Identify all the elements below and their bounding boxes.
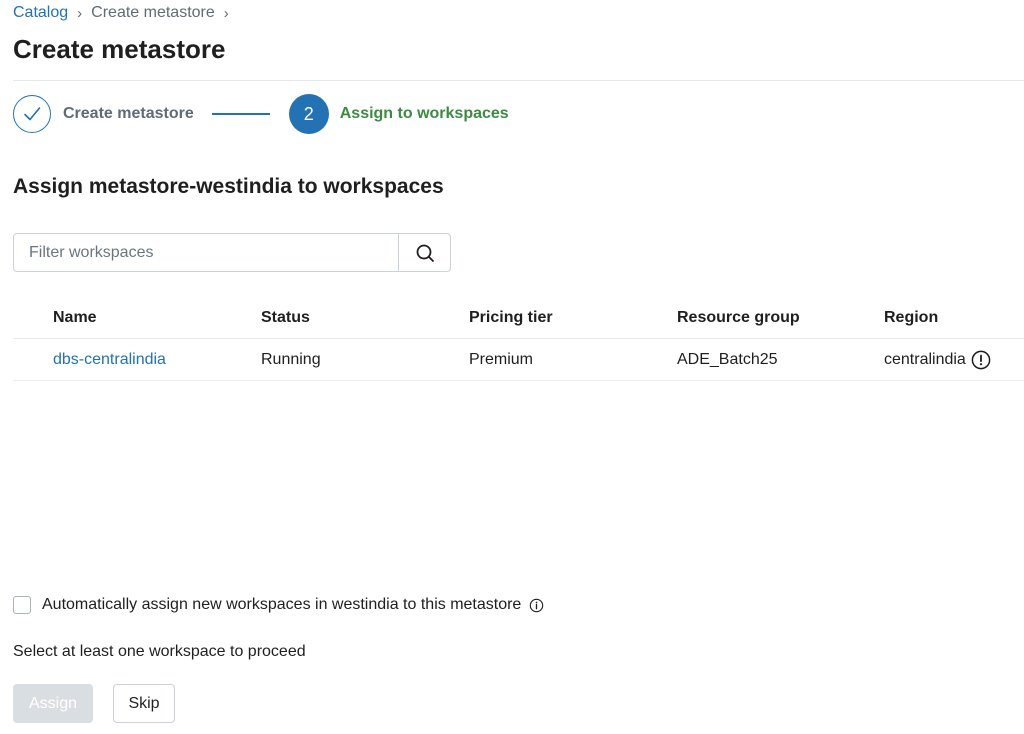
breadcrumb-catalog-link[interactable]: Catalog: [13, 4, 68, 22]
step-connector: [211, 113, 270, 115]
workspace-pricing-tier: Premium: [469, 350, 534, 368]
workspace-name-link[interactable]: dbs-centralindia: [53, 351, 166, 368]
breadcrumb-separator: ›: [223, 4, 229, 22]
auto-assign-label: Automatically assign new workspaces in w…: [42, 596, 522, 613]
column-header-resource-group[interactable]: Resource group: [677, 309, 884, 327]
checkmark-icon: [24, 107, 41, 121]
search-icon: [416, 244, 434, 262]
workspace-resource-group: ADE_Batch25: [677, 350, 778, 368]
selection-hint: Select at least one workspace to proceed: [13, 643, 306, 660]
breadcrumb-separator: ›: [77, 4, 83, 22]
column-header-pricing-tier[interactable]: Pricing tier: [469, 309, 677, 327]
search-button[interactable]: [398, 234, 450, 271]
column-header-name[interactable]: Name: [13, 309, 261, 327]
breadcrumb: Catalog › Create metastore ›: [13, 4, 238, 22]
table-row[interactable]: dbs-centralindia Running Premium ADE_Bat…: [13, 339, 1024, 381]
page-title: Create metastore: [13, 34, 226, 64]
table-header-row: Name Status Pricing tier Resource group …: [13, 297, 1024, 339]
auto-assign-option: Automatically assign new workspaces in w…: [13, 596, 544, 614]
title-divider: [13, 80, 1024, 81]
workspaces-table: Name Status Pricing tier Resource group …: [13, 297, 1024, 381]
step-2-number: 2: [288, 94, 329, 134]
column-header-region[interactable]: Region: [884, 309, 1024, 327]
workspace-status: Running: [261, 350, 321, 368]
skip-button[interactable]: Skip: [113, 684, 175, 723]
breadcrumb-create-metastore: Create metastore: [91, 4, 215, 21]
stepper: Create metastore 2 Assign to workspaces: [13, 94, 509, 134]
section-title: Assign metastore-westindia to workspaces: [13, 175, 444, 198]
filter-workspaces-input[interactable]: [14, 234, 398, 271]
step-1-completed: [13, 95, 51, 133]
warning-circle-icon[interactable]: [971, 350, 991, 370]
filter-workspaces-search: [13, 233, 451, 272]
step-1-label: Create metastore: [63, 105, 194, 122]
workspace-region: centralindia: [884, 350, 966, 368]
info-icon[interactable]: [529, 598, 544, 613]
assign-button[interactable]: Assign: [13, 684, 93, 723]
column-header-status[interactable]: Status: [261, 309, 469, 327]
step-2-label: Assign to workspaces: [339, 105, 509, 122]
auto-assign-checkbox[interactable]: [13, 596, 31, 614]
